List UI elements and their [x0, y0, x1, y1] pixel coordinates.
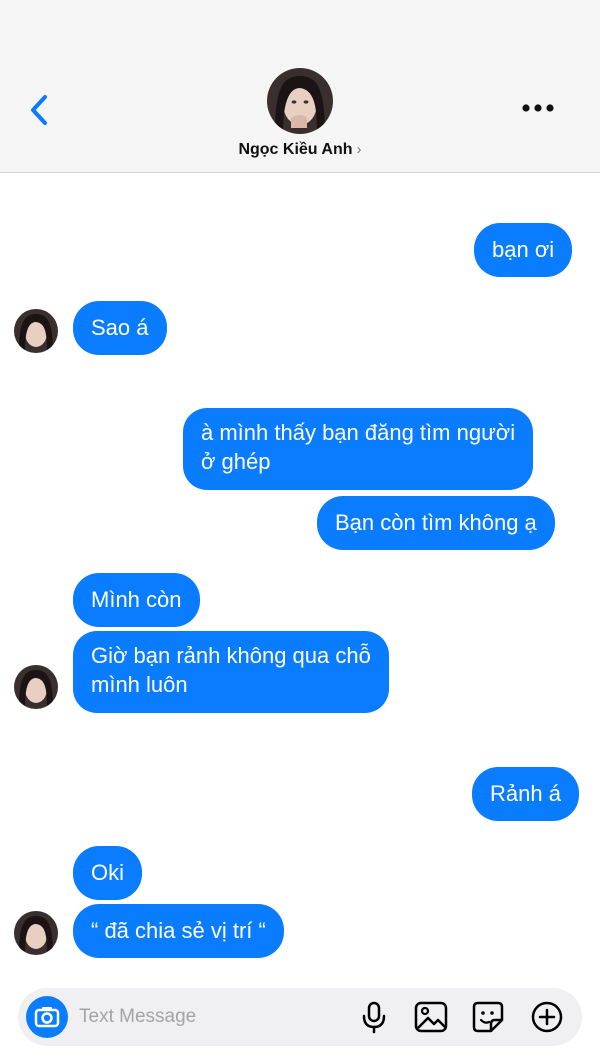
message-text: Bạn còn tìm không ạ: [335, 510, 537, 535]
camera-icon: [34, 1007, 60, 1028]
message-text: Mình còn: [91, 587, 182, 612]
message-bubble-received[interactable]: Mình còn: [73, 573, 200, 627]
message-bubble-received[interactable]: Sao á: [73, 301, 167, 355]
microphone-icon[interactable]: [357, 1000, 391, 1034]
message-bubble-sent[interactable]: à mình thấy bạn đăng tìm người ở ghép: [183, 408, 534, 490]
message-text: “ đã chia sẻ vị trí “: [91, 918, 266, 943]
plus-icon[interactable]: [530, 1000, 564, 1034]
message-bubble-sent[interactable]: Rảnh á: [472, 767, 579, 821]
message-input[interactable]: Text Message: [79, 1006, 196, 1028]
contact-avatar-small[interactable]: [14, 911, 58, 955]
message-text-line: mình luôn: [91, 672, 188, 697]
message-bubble-received[interactable]: Oki: [73, 846, 142, 900]
contact-avatar-small[interactable]: [14, 309, 58, 353]
message-bubble-received[interactable]: Giờ bạn rảnh không qua chỗ mình luôn: [73, 631, 389, 713]
chevron-right-icon: ›: [356, 141, 362, 158]
camera-button[interactable]: [26, 996, 68, 1038]
contact-avatar-small[interactable]: [14, 665, 58, 709]
contact-name-row[interactable]: Ngọc Kiều Anh ›: [0, 141, 600, 159]
message-text-line: Giờ bạn rảnh không qua chỗ: [91, 643, 371, 668]
message-text: Rảnh á: [490, 781, 561, 806]
message-text: bạn ơi: [492, 237, 555, 262]
message-text-line: à mình thấy bạn đăng tìm người: [201, 420, 516, 445]
message-text: Sao á: [91, 315, 149, 340]
more-horizontal-icon[interactable]: [518, 96, 558, 120]
contact-name: Ngọc Kiều Anh: [238, 141, 353, 158]
message-bubble-sent[interactable]: bạn ơi: [474, 223, 573, 277]
chat-header: Ngọc Kiều Anh ›: [0, 0, 600, 173]
message-text-line: ở ghép: [201, 449, 271, 474]
message-bubble-sent[interactable]: Bạn còn tìm không ạ: [317, 496, 555, 550]
sticker-icon[interactable]: [471, 1000, 505, 1034]
contact-avatar[interactable]: [267, 68, 333, 134]
image-icon[interactable]: [414, 1000, 448, 1034]
chevron-left-icon[interactable]: [26, 92, 54, 128]
message-text: Oki: [91, 860, 124, 885]
message-bubble-received[interactable]: “ đã chia sẻ vị trí “: [73, 904, 284, 958]
